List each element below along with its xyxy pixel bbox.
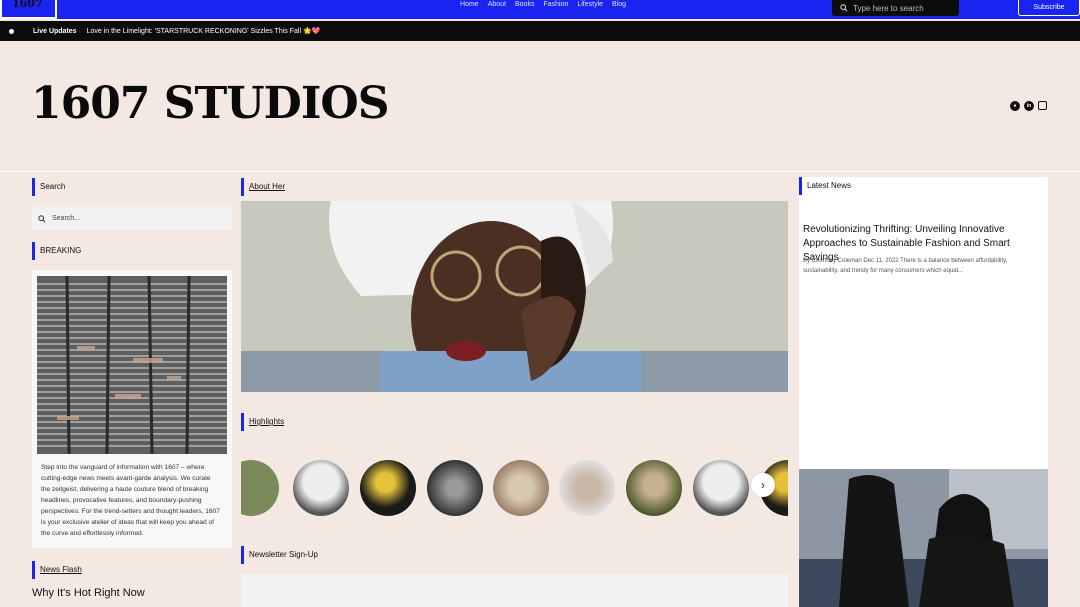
social-links: ● in — [1010, 101, 1047, 111]
newsletter-heading: Newsletter Sign-Up — [241, 546, 441, 564]
top-nav-bar: 1607 Home About Books Fashion Lifestyle … — [0, 0, 1080, 19]
search-heading: Search — [32, 178, 232, 196]
highlight-item[interactable] — [427, 460, 483, 516]
highlight-item[interactable] — [626, 460, 682, 516]
nav-link-books[interactable]: Books — [515, 0, 534, 10]
highlight-item[interactable] — [559, 460, 615, 516]
search-placeholder: Search... — [52, 215, 81, 222]
breaking-card: Step into the vanguard of information wi… — [32, 270, 232, 548]
highlight-item[interactable] — [360, 460, 416, 516]
latest-news-card: Latest News Revolutionizing Thrifting: U… — [799, 177, 1048, 469]
header-search-input[interactable]: Type here to search — [832, 0, 959, 16]
latest-news-heading: Latest News — [799, 177, 999, 195]
about-her-heading[interactable]: About Her — [241, 178, 441, 196]
linkedin-icon[interactable]: in — [1024, 101, 1034, 111]
site-logo[interactable]: 1607 — [0, 0, 57, 19]
nav-link-lifestyle[interactable]: Lifestyle — [577, 0, 603, 10]
site-title[interactable]: 1607 STUDIOS — [31, 76, 390, 132]
breaking-heading: BREAKING — [32, 242, 232, 260]
article-meta: By Courtney Coleman Dec 11, 2022 There i… — [803, 258, 1008, 274]
live-headline[interactable]: Love in the Limelight: 'STARSTRUCK RECKO… — [87, 27, 321, 35]
highlights-heading[interactable]: Highlights — [241, 413, 441, 431]
bluesky-icon[interactable]: ● — [1010, 101, 1020, 111]
nav-link-home[interactable]: Home — [460, 0, 479, 10]
search-icon — [38, 214, 46, 223]
nav-link-about[interactable]: About — [488, 0, 506, 10]
news-flash-title[interactable]: Why It's Hot Right Now — [32, 587, 145, 599]
search-input[interactable]: Search... — [32, 207, 232, 230]
live-updates-bar: Live Updates Love in the Limelight: 'STA… — [0, 21, 1080, 41]
live-label: Live Updates — [33, 27, 77, 35]
subscribe-button[interactable]: Subscribe — [1018, 0, 1080, 16]
carousel-next-arrow-icon[interactable]: › — [751, 473, 775, 497]
newsletter-signup-box[interactable] — [241, 574, 788, 607]
highlight-item[interactable] — [241, 460, 279, 516]
news-flash-heading[interactable]: News Flash — [32, 561, 232, 579]
highlight-item[interactable] — [493, 460, 549, 516]
nav-link-blog[interactable]: Blog — [612, 0, 626, 10]
hero-portrait-image[interactable] — [241, 201, 788, 392]
highlight-item[interactable] — [293, 460, 349, 516]
instagram-icon[interactable] — [1038, 101, 1047, 110]
highlight-item[interactable] — [693, 460, 749, 516]
live-dot-icon — [9, 28, 14, 34]
breaking-text: Step into the vanguard of information wi… — [41, 464, 220, 537]
header-divider — [0, 171, 1080, 172]
search-icon — [840, 4, 848, 12]
latest-news-photo[interactable] — [799, 469, 1048, 607]
nav-link-fashion[interactable]: Fashion — [543, 0, 568, 10]
highlights-carousel — [241, 460, 788, 517]
newspaper-stack-image[interactable] — [37, 276, 227, 454]
nav-links: Home About Books Fashion Lifestyle Blog — [460, 0, 626, 10]
header-search-placeholder: Type here to search — [853, 3, 924, 13]
